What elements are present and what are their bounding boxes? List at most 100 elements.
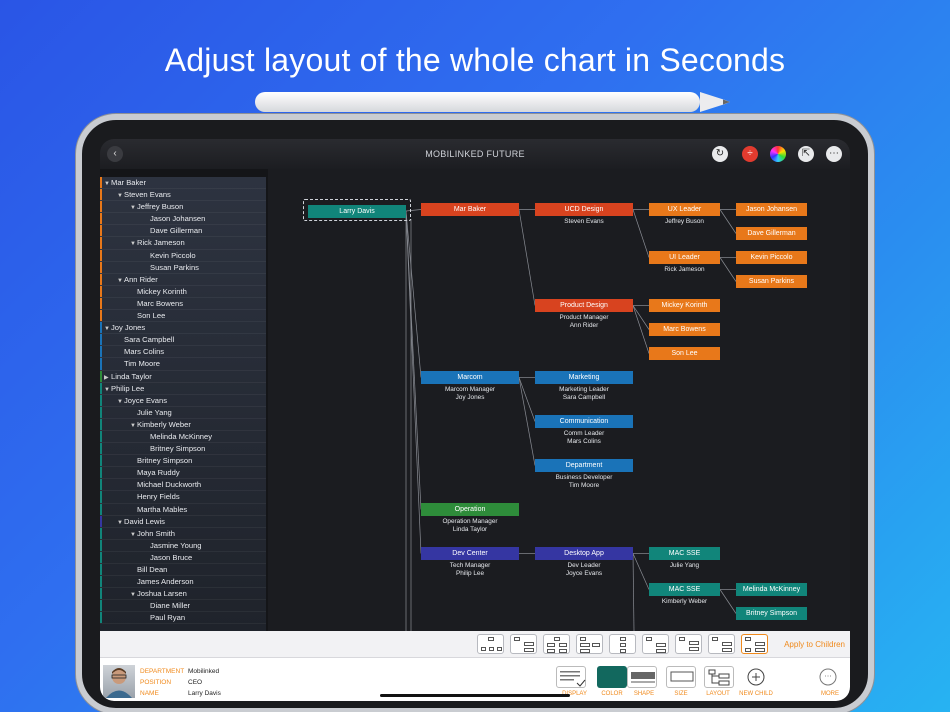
outline-item[interactable]: ▼Rick Jameson bbox=[100, 237, 266, 250]
split-icon[interactable]: ÷ bbox=[742, 146, 758, 162]
outline-item[interactable]: ▶ Linda Taylor bbox=[100, 370, 266, 383]
org-node-dave[interactable]: Dave Gillerman bbox=[736, 227, 807, 240]
layout-option-1[interactable] bbox=[477, 634, 504, 654]
org-node-ucd[interactable]: UCD Design bbox=[535, 203, 633, 216]
org-node-subtitle: Mars Colins bbox=[567, 438, 601, 445]
outline-item[interactable]: Mickey Korinth bbox=[100, 285, 266, 298]
outline-item[interactable]: ▼Philip Lee bbox=[100, 382, 266, 395]
layout-option-5[interactable] bbox=[609, 634, 636, 654]
layout-glyph bbox=[559, 643, 567, 647]
org-node-macsse2[interactable]: MAC SSE bbox=[649, 583, 720, 596]
org-node-son[interactable]: Son Lee bbox=[649, 347, 720, 360]
layout-option-2[interactable] bbox=[510, 634, 537, 654]
outline-item[interactable]: Kevin Piccolo bbox=[100, 249, 266, 262]
avatar[interactable] bbox=[103, 665, 135, 698]
outline-item[interactable]: ▼Mar Baker bbox=[100, 177, 266, 190]
outline-item-label: Son Lee bbox=[137, 311, 166, 321]
org-node-macsse1[interactable]: MAC SSE bbox=[649, 547, 720, 560]
outline-item[interactable]: Marc Bowens bbox=[100, 297, 266, 311]
org-node-britney[interactable]: Britney Simpson bbox=[736, 607, 807, 620]
outline-item[interactable]: Bill Dean bbox=[100, 564, 266, 577]
position-value[interactable]: CEO bbox=[188, 679, 202, 686]
layout-button[interactable] bbox=[704, 666, 734, 688]
shape-button[interactable] bbox=[627, 666, 657, 688]
outline-item[interactable]: Martha Mables bbox=[100, 503, 266, 516]
layout-glyph bbox=[559, 649, 567, 653]
more-icon[interactable]: ⋯ bbox=[826, 146, 842, 162]
outline-item[interactable]: ▼Ann Rider bbox=[100, 273, 266, 286]
outline-item[interactable]: Michael Duckworth bbox=[100, 479, 266, 492]
color-button[interactable] bbox=[597, 666, 627, 688]
share-icon[interactable]: ⇱ bbox=[798, 146, 814, 162]
outline-item[interactable]: Jason Johansen bbox=[100, 213, 266, 226]
layout-option-9[interactable] bbox=[741, 634, 768, 654]
org-node-susan[interactable]: Susan Parkins bbox=[736, 275, 807, 288]
org-node-marcom[interactable]: Marcom bbox=[421, 371, 519, 384]
outline-item[interactable]: Mars Colins bbox=[100, 346, 266, 359]
outline-item[interactable]: Paul Ryan bbox=[100, 612, 266, 625]
name-label: NAME bbox=[140, 690, 159, 697]
layout-option-7[interactable] bbox=[675, 634, 702, 654]
outline-item[interactable]: ▼Jeffrey Buson bbox=[100, 201, 266, 214]
color-wheel-icon[interactable] bbox=[770, 146, 786, 162]
layout-option-8[interactable] bbox=[708, 634, 735, 654]
org-node-comm[interactable]: Communication bbox=[535, 415, 633, 428]
outline-item[interactable]: ▼Steven Evans bbox=[100, 189, 266, 202]
outline-color-bar bbox=[100, 201, 102, 213]
org-node-operation[interactable]: Operation bbox=[421, 503, 519, 516]
outline-item[interactable]: Britney Simpson bbox=[100, 455, 266, 468]
outline-item[interactable]: James Anderson bbox=[100, 576, 266, 589]
outline-item[interactable]: Jasmine Young bbox=[100, 539, 266, 552]
department-value[interactable]: Mobilinked bbox=[188, 668, 219, 675]
outline-item[interactable]: ▼Joshua Larsen bbox=[100, 588, 266, 601]
outline-item[interactable]: ▼Kimberly Weber bbox=[100, 418, 266, 431]
outline-item[interactable]: Son Lee bbox=[100, 310, 266, 323]
outline-item[interactable]: Julie Yang bbox=[100, 406, 266, 419]
outline-item[interactable]: Sara Campbell bbox=[100, 334, 266, 347]
org-node-jason[interactable]: Jason Johansen bbox=[736, 203, 807, 216]
layout-glyph bbox=[722, 648, 732, 652]
org-node-melinda[interactable]: Melinda McKinney bbox=[736, 583, 807, 596]
layout-glyph bbox=[745, 648, 751, 652]
svg-text:···: ··· bbox=[824, 672, 832, 681]
outline-item[interactable]: ▼David Lewis bbox=[100, 515, 266, 528]
outline-item[interactable]: Jason Bruce bbox=[100, 551, 266, 564]
org-node-uxleader[interactable]: UX Leader bbox=[649, 203, 720, 216]
org-node-product[interactable]: Product Design bbox=[535, 299, 633, 312]
layout-glyph bbox=[646, 637, 652, 641]
outline-item[interactable]: ▼Joy Jones bbox=[100, 322, 266, 335]
layout-option-6[interactable] bbox=[642, 634, 669, 654]
outline-item[interactable]: Henry Fields bbox=[100, 491, 266, 504]
org-node-dept[interactable]: Department bbox=[535, 459, 633, 472]
org-node-marketing[interactable]: Marketing bbox=[535, 371, 633, 384]
org-node-uileader[interactable]: UI Leader bbox=[649, 251, 720, 264]
layout-option-3[interactable] bbox=[543, 634, 570, 654]
org-chart-canvas[interactable]: Larry Davis Mar Baker UCD Design Steven Eva… bbox=[268, 169, 850, 631]
outline-item[interactable]: Dave Gillerman bbox=[100, 225, 266, 238]
apply-to-children-button[interactable]: Apply to Children bbox=[784, 640, 845, 649]
org-node-devcenter[interactable]: Dev Center bbox=[421, 547, 519, 560]
more-button[interactable]: ··· bbox=[813, 666, 843, 688]
display-button[interactable] bbox=[556, 666, 586, 688]
more-label: MORE bbox=[821, 691, 839, 697]
outline-item[interactable]: Melinda McKinney bbox=[100, 430, 266, 444]
outline-item[interactable]: Tim Moore bbox=[100, 358, 266, 371]
outline-item[interactable]: Susan Parkins bbox=[100, 261, 266, 274]
name-value[interactable]: Larry Davis bbox=[188, 690, 221, 697]
outline-item[interactable]: Diane Miller bbox=[100, 600, 266, 613]
layout-option-4[interactable] bbox=[576, 634, 603, 654]
outline-item[interactable]: Britney Simpson bbox=[100, 443, 266, 456]
org-node-marc[interactable]: Marc Bowens bbox=[649, 323, 720, 336]
outline-item[interactable]: ▼John Smith bbox=[100, 527, 266, 540]
org-node-kevin[interactable]: Kevin Piccolo bbox=[736, 251, 807, 264]
outline-item[interactable]: Maya Ruddy bbox=[100, 467, 266, 480]
org-node-desktop[interactable]: Desktop App bbox=[535, 547, 633, 560]
outline-item[interactable]: ▼Joyce Evans bbox=[100, 394, 266, 407]
new-child-button[interactable] bbox=[741, 666, 771, 688]
org-node-mickey[interactable]: Mickey Korinth bbox=[649, 299, 720, 312]
org-node-marbaker[interactable]: Mar Baker bbox=[421, 203, 519, 216]
refresh-icon[interactable]: ↻ bbox=[712, 146, 728, 162]
outline-color-bar bbox=[100, 491, 102, 503]
size-button[interactable] bbox=[666, 666, 696, 688]
outline-panel[interactable]: ▼Mar Baker ▼Steven Evans ▼Jeffrey Buson Jas… bbox=[100, 177, 266, 631]
